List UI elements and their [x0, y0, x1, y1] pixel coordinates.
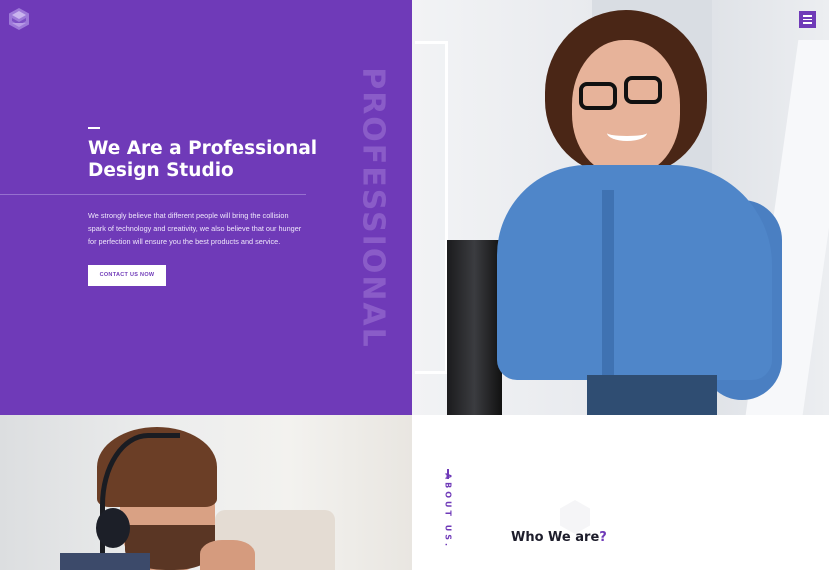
hero-description-line: for perfection will ensure you the best …: [88, 237, 281, 246]
about-section: [412, 415, 829, 570]
hero-title-line: Design Studio: [88, 160, 234, 181]
woman-smile: [607, 125, 647, 141]
background-monitor: [447, 240, 502, 415]
hero-description: We strongly believe that different peopl…: [88, 209, 318, 248]
who-we-are-heading: Who We are?: [511, 530, 607, 545]
hero-photo: [412, 0, 829, 415]
headphones-icon: [96, 508, 130, 548]
hero-description-line: spark of technology and creativity, we a…: [88, 224, 302, 233]
glasses-right-lens: [624, 76, 662, 104]
contact-us-button[interactable]: CONTACT US NOW: [88, 265, 166, 286]
menu-bar: [803, 18, 812, 20]
decorative-frame: [415, 41, 448, 374]
about-us-vertical-label: ABOUT US.: [443, 472, 453, 550]
menu-bar: [803, 22, 812, 24]
hamburger-menu-icon[interactable]: [799, 11, 816, 28]
hero-panel: We Are a Professional Design Studio We s…: [0, 0, 412, 415]
title-accent-dash: [88, 127, 100, 129]
man-shirt: [60, 553, 150, 570]
hero-title: We Are a Professional Design Studio: [88, 138, 348, 182]
hero-title-line: We Are a Professional: [88, 138, 318, 159]
who-we-are-text: Who We are: [511, 530, 600, 545]
woman-jeans: [587, 375, 717, 415]
woman-shirt: [497, 165, 772, 380]
glasses-left-lens: [579, 82, 617, 110]
man-hand: [200, 540, 255, 570]
menu-bar: [803, 15, 812, 17]
team-photo: [0, 415, 412, 570]
shirt-placket: [602, 190, 614, 380]
hero-description-line: We strongly believe that different peopl…: [88, 211, 289, 220]
question-mark: ?: [599, 530, 607, 545]
hero-divider: [0, 194, 306, 195]
professional-vertical-text: PROFESSIONAL: [355, 67, 391, 349]
logo-icon[interactable]: [7, 7, 31, 31]
